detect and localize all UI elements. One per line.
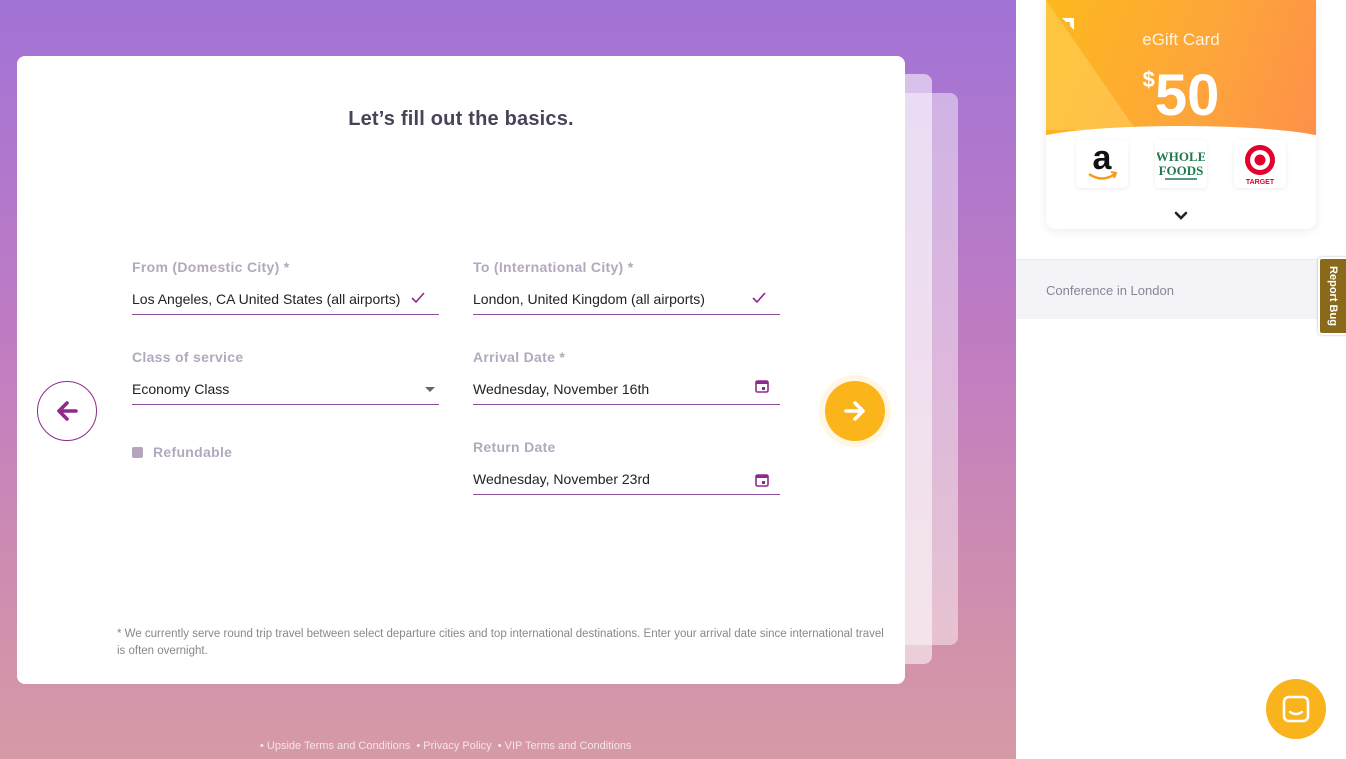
trip-form-card: Let’s fill out the basics. From (Domesti… — [17, 56, 905, 684]
privacy-policy-link[interactable]: • Privacy Policy — [416, 740, 491, 752]
to-input[interactable]: London, United Kingdom (all airports) — [473, 288, 780, 315]
from-field: From (Domestic City) * Los Angeles, CA U… — [132, 259, 439, 315]
amazon-icon: a — [1088, 143, 1118, 180]
footer-links: • Upside Terms and Conditions • Privacy … — [260, 740, 631, 752]
calendar-icon[interactable] — [755, 379, 769, 393]
gift-card-value: 50 — [1154, 63, 1220, 128]
return-date-label: Return Date — [473, 439, 556, 455]
arrival-date-input[interactable]: Wednesday, November 16th — [473, 378, 780, 405]
svg-text:TARGET: TARGET — [1246, 179, 1275, 186]
right-sidebar: eGift Card $50 a WHOLE FOODS TARGET Conf… — [1016, 0, 1346, 759]
report-bug-label: Report Bug — [1327, 266, 1339, 326]
class-of-service-label: Class of service — [132, 349, 244, 365]
check-icon — [752, 292, 766, 304]
trip-name: Conference in London — [1046, 283, 1174, 298]
class-of-service-field: Class of service Economy Class — [132, 349, 439, 405]
arrival-date-value: Wednesday, November 16th — [473, 381, 650, 397]
refundable-checkbox[interactable]: Refundable — [132, 444, 232, 460]
page-title: Let’s fill out the basics. — [348, 108, 574, 130]
to-field: To (International City) * London, United… — [473, 259, 780, 315]
class-of-service-select[interactable]: Economy Class — [132, 378, 439, 405]
from-value: Los Angeles, CA United States (all airpo… — [132, 291, 401, 307]
trip-list-item[interactable]: Conference in London — [1016, 259, 1346, 319]
whole-foods-logo: WHOLE FOODS — [1155, 140, 1207, 188]
vip-terms-link[interactable]: • VIP Terms and Conditions — [498, 740, 632, 752]
svg-text:a: a — [1093, 143, 1113, 177]
gift-card-amount: $50 — [1046, 62, 1316, 129]
to-value: London, United Kingdom (all airports) — [473, 291, 705, 307]
return-date-field: Return Date Wednesday, November 23rd — [473, 439, 780, 495]
report-bug-tab[interactable]: Report Bug — [1318, 257, 1346, 335]
amazon-logo: a — [1076, 140, 1128, 188]
whole-foods-icon: WHOLE FOODS — [1157, 149, 1205, 180]
gift-card[interactable]: eGift Card $50 a WHOLE FOODS TARGET — [1046, 0, 1316, 229]
arrow-left-icon — [57, 401, 78, 421]
upside-terms-link[interactable]: • Upside Terms and Conditions — [260, 740, 410, 752]
class-of-service-value: Economy Class — [132, 381, 230, 397]
return-date-input[interactable]: Wednesday, November 23rd — [473, 468, 780, 495]
chat-launcher-button[interactable] — [1266, 679, 1326, 739]
from-input[interactable]: Los Angeles, CA United States (all airpo… — [132, 288, 439, 315]
gift-card-title: eGift Card — [1142, 30, 1220, 49]
arrival-date-field: Arrival Date * Wednesday, November 16th — [473, 349, 780, 405]
svg-text:WHOLE: WHOLE — [1157, 149, 1205, 164]
checkbox-box[interactable] — [132, 446, 143, 458]
background-panel: Let’s fill out the basics. From (Domesti… — [0, 0, 1016, 759]
caret-down-icon — [425, 387, 435, 392]
check-icon — [411, 292, 425, 304]
arrow-right-icon — [844, 401, 865, 421]
chat-icon — [1282, 695, 1310, 723]
footnote: * We currently serve round trip travel b… — [117, 628, 884, 657]
return-date-value: Wednesday, November 23rd — [473, 471, 650, 487]
svg-text:FOODS: FOODS — [1159, 163, 1204, 178]
refundable-label: Refundable — [153, 444, 233, 460]
next-button[interactable] — [825, 381, 885, 441]
target-icon: TARGET — [1245, 145, 1275, 186]
arrival-date-label: Arrival Date * — [473, 349, 566, 365]
gift-card-currency: $ — [1142, 67, 1155, 92]
back-button[interactable] — [37, 381, 97, 441]
target-logo: TARGET — [1234, 140, 1286, 188]
chevron-down-icon[interactable] — [1174, 211, 1188, 221]
calendar-icon[interactable] — [755, 473, 769, 487]
from-label: From (Domestic City) * — [132, 259, 290, 275]
to-label: To (International City) * — [473, 259, 634, 275]
